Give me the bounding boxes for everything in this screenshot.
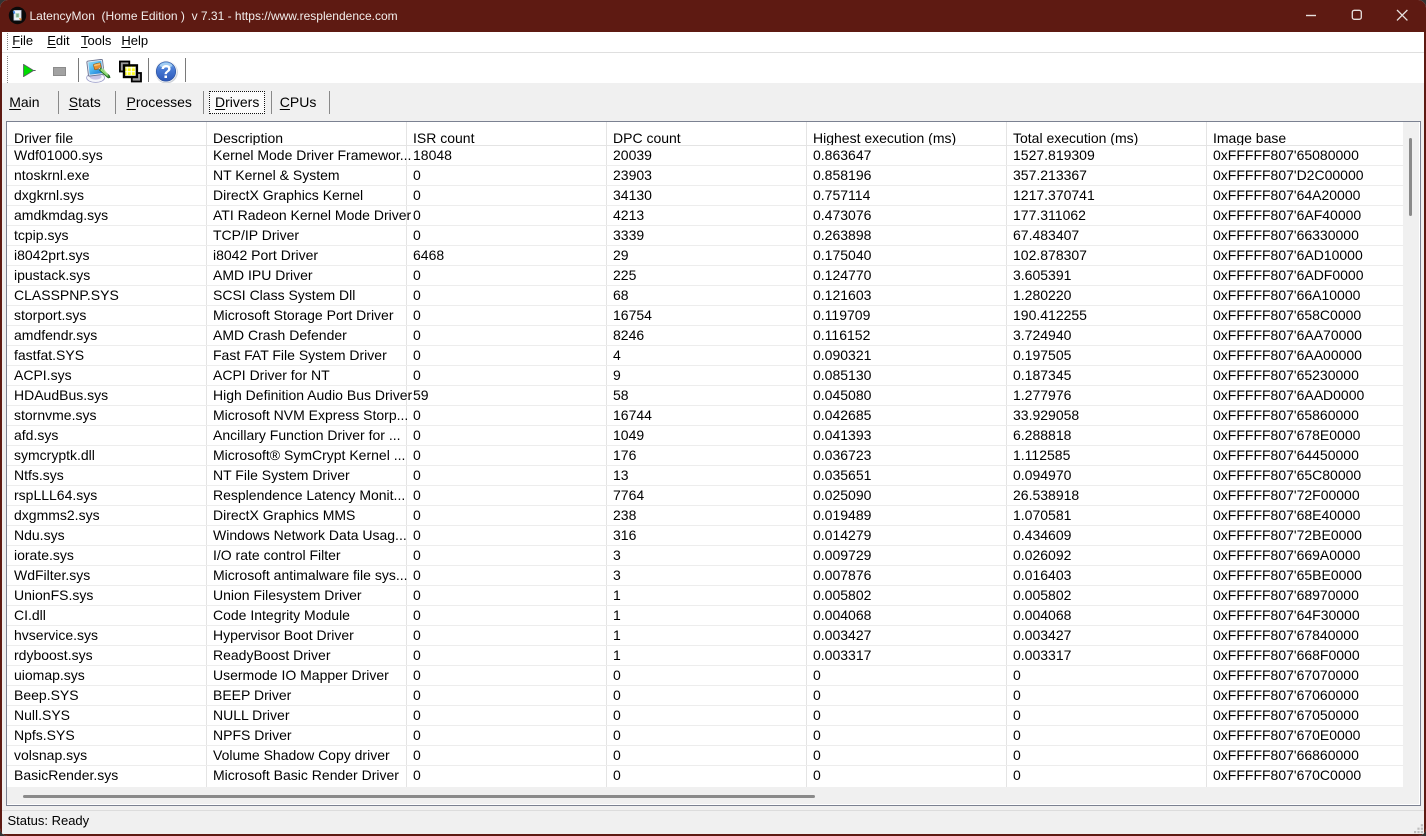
svg-text:?: ? <box>161 62 172 82</box>
